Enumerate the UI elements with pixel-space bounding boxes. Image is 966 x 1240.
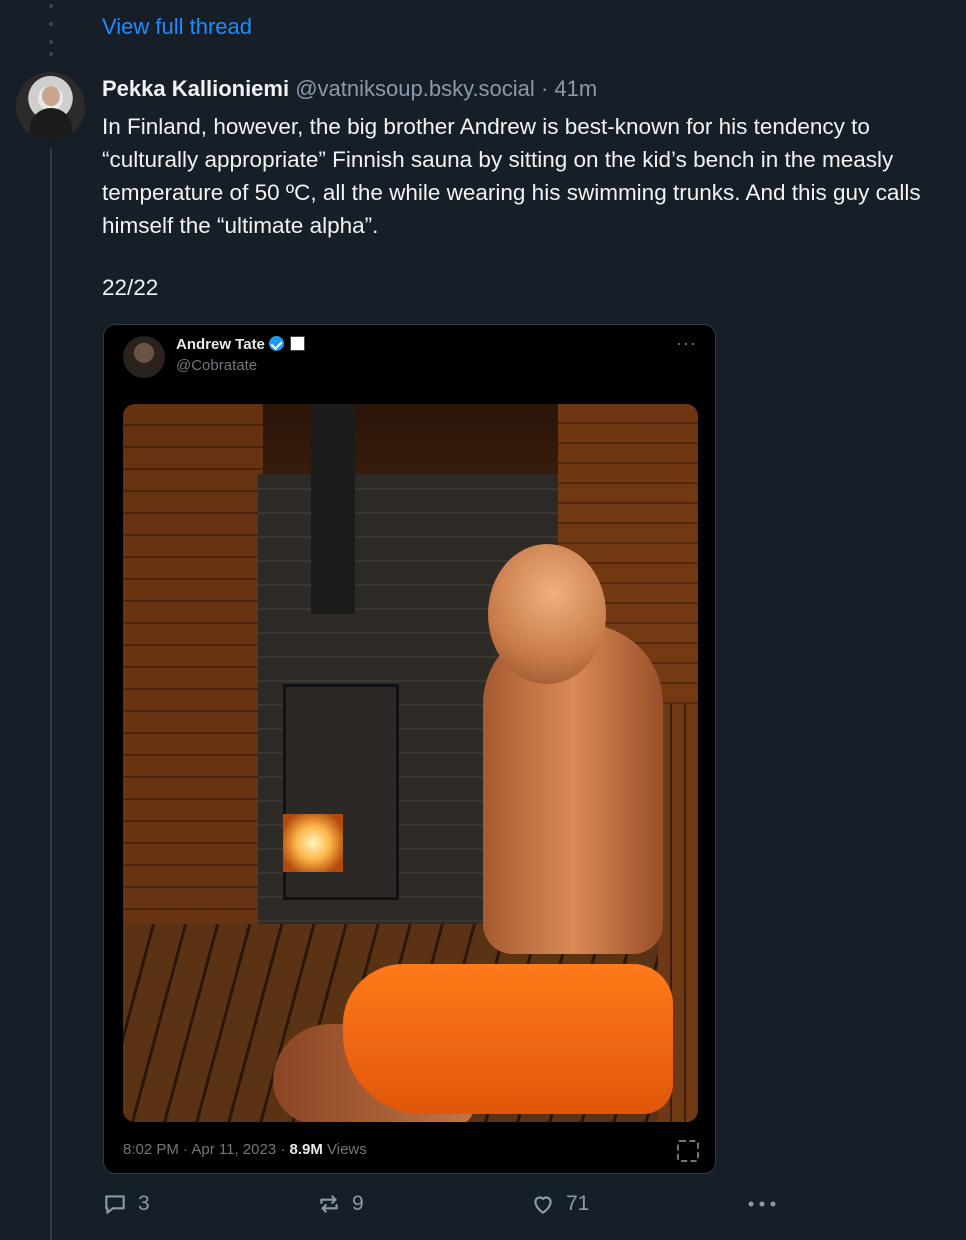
embed-avatar xyxy=(123,336,165,378)
verified-icon xyxy=(268,336,284,351)
reply-button[interactable]: 3 xyxy=(102,1186,150,1222)
post-count: 22/22 xyxy=(102,275,159,300)
thread-dot xyxy=(49,22,53,26)
embed-author-name: Andrew Tate xyxy=(176,336,265,353)
like-count: 71 xyxy=(566,1192,590,1215)
reply-count: 3 xyxy=(138,1192,150,1215)
post-text: In Finland, however, the big brother And… xyxy=(102,110,942,242)
like-button[interactable]: 71 xyxy=(530,1186,589,1222)
embed-author-handle: @Cobratate xyxy=(176,357,258,374)
more-options-button[interactable] xyxy=(747,1186,777,1222)
embed-grok-icon xyxy=(677,1140,699,1162)
thread-dot xyxy=(49,52,53,56)
repost-count: 9 xyxy=(352,1192,364,1215)
affiliate-badge-icon xyxy=(289,336,305,351)
post-time[interactable]: 41m xyxy=(554,76,597,101)
heart-icon xyxy=(534,1196,552,1214)
post-body: In Finland, however, the big brother And… xyxy=(102,114,921,238)
repost-icon xyxy=(320,1195,338,1213)
embed-timestamp: 8:02 PM · Apr 11, 2023 · 8.9M Views xyxy=(123,1141,367,1158)
thread-dot xyxy=(49,40,53,44)
embed-views-count: 8.9M xyxy=(289,1141,323,1158)
reply-icon xyxy=(105,1195,125,1214)
embed-time: 8:02 PM · Apr 11, 2023 · xyxy=(123,1141,290,1158)
thread-line xyxy=(50,148,52,1240)
repost-button[interactable]: 9 xyxy=(316,1186,364,1222)
post-actions: 3 9 71 xyxy=(102,1186,782,1222)
sauna-photo xyxy=(123,404,698,1122)
more-icon xyxy=(748,1201,776,1207)
separator: · xyxy=(540,76,549,101)
embed-more-icon: ··· xyxy=(676,333,697,353)
embed-views-label: Views xyxy=(322,1141,367,1158)
view-full-thread-link[interactable]: View full thread xyxy=(102,14,252,40)
embedded-image[interactable]: Andrew Tate @Cobratate ··· 8:02 PM · Apr… xyxy=(103,324,716,1174)
post-header: Pekka Kallioniemi @vatniksoup.bsky.socia… xyxy=(102,76,597,102)
thread-dot xyxy=(49,4,53,8)
avatar[interactable] xyxy=(16,72,85,141)
author-name[interactable]: Pekka Kallioniemi xyxy=(102,76,289,101)
embed-author: Andrew Tate xyxy=(176,336,305,353)
author-handle[interactable]: @vatniksoup.bsky.social xyxy=(295,76,535,101)
